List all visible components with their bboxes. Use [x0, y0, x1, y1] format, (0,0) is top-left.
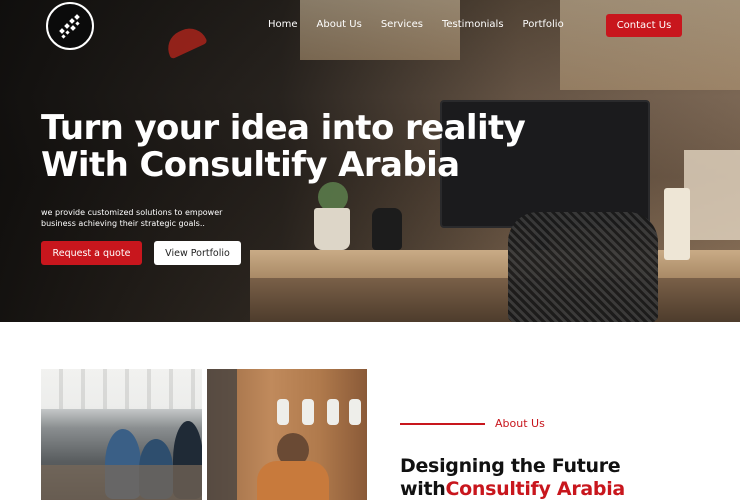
office-team-photo — [41, 369, 202, 500]
about-heading-line-1: Designing the Future — [400, 455, 621, 477]
hero-title: Turn your idea into reality With Consult… — [41, 108, 526, 185]
nav-link-home[interactable]: Home — [268, 19, 298, 30]
view-portfolio-button[interactable]: View Portfolio — [154, 241, 241, 265]
about-heading: Designing the Future withConsultify Arab… — [400, 455, 625, 500]
hero-title-line-1: Turn your idea into reality — [41, 108, 526, 148]
consultify-logo-icon — [59, 14, 80, 39]
main-nav: Home About Us Services Testimonials Port… — [268, 19, 583, 30]
nav-link-testimonials[interactable]: Testimonials — [442, 19, 504, 30]
contact-us-button[interactable]: Contact Us — [606, 14, 682, 37]
about-heading-line-2: withConsultify Arabia — [400, 478, 625, 500]
hero-title-line-2: With Consultify Arabia — [41, 145, 460, 185]
workspace-photo — [207, 369, 367, 500]
about-heading-brand: Consultify Arabia — [445, 478, 625, 500]
hero-subtitle: we provide customized solutions to empow… — [41, 208, 223, 228]
logo-icon[interactable] — [46, 2, 94, 50]
hero-section: Home About Us Services Testimonials Port… — [0, 0, 740, 322]
about-divider — [400, 423, 485, 425]
nav-link-about-us[interactable]: About Us — [317, 19, 362, 30]
about-label: About Us — [495, 417, 545, 430]
nav-link-services[interactable]: Services — [381, 19, 423, 30]
request-quote-button[interactable]: Request a quote — [41, 241, 142, 265]
nav-link-portfolio[interactable]: Portfolio — [523, 19, 564, 30]
about-heading-prefix: with — [400, 478, 446, 500]
